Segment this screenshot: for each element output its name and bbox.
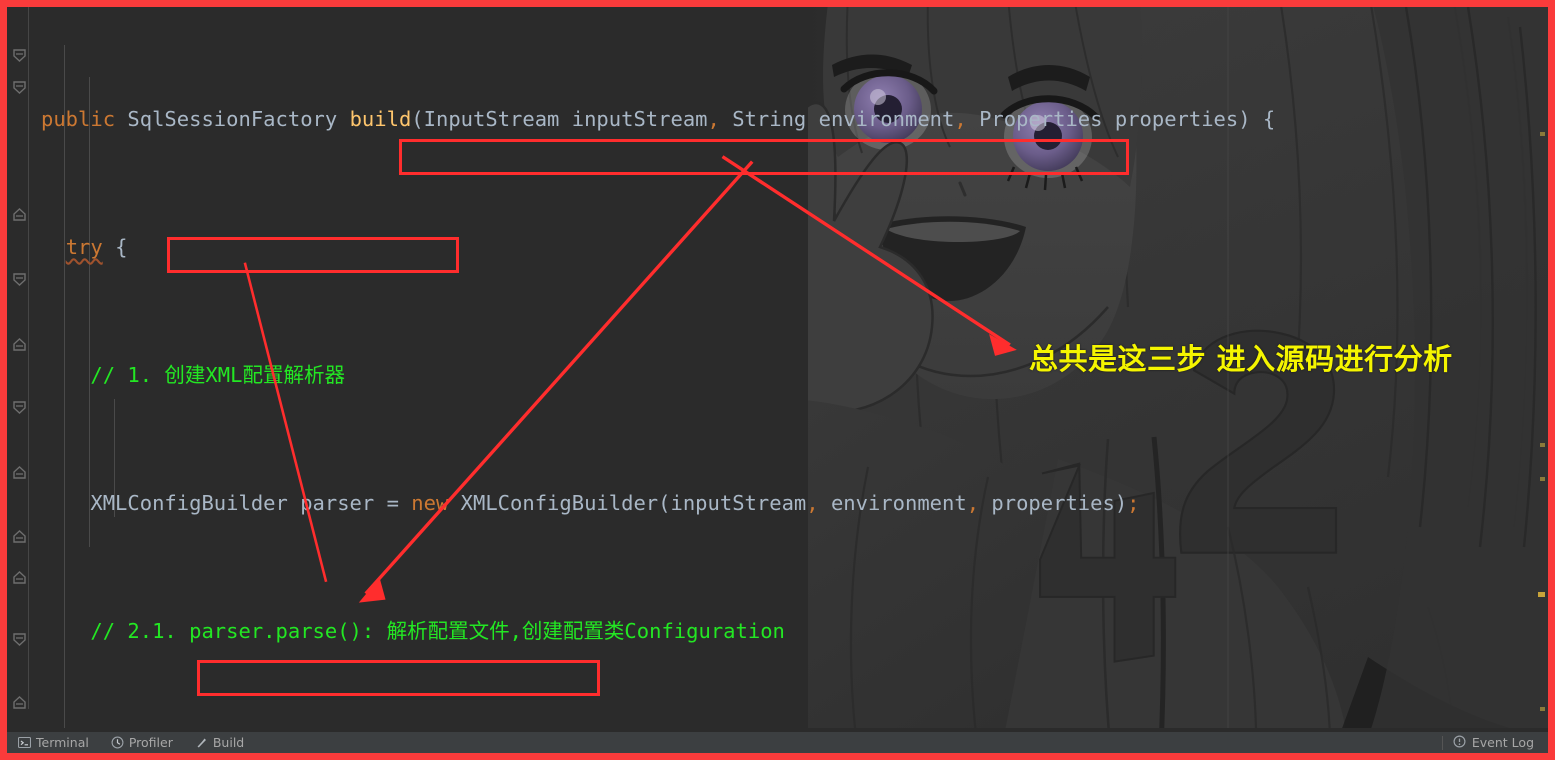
fold-marker-up-icon[interactable]: [12, 207, 27, 222]
event-log-label[interactable]: Event Log: [1472, 735, 1534, 750]
status-right-group[interactable]: Event Log: [1438, 734, 1548, 751]
build-icon: [195, 736, 208, 749]
fold-marker-down-icon[interactable]: [12, 80, 27, 95]
tool-button-profiler[interactable]: Profiler: [100, 732, 184, 753]
fold-marker-down-icon[interactable]: [12, 48, 27, 63]
profiler-icon: [111, 736, 124, 749]
code-line[interactable]: public SqlSessionFactory build(InputStre…: [35, 103, 1548, 135]
code-line[interactable]: try {: [35, 231, 1548, 263]
tool-label: Terminal: [36, 735, 89, 750]
editor-gutter[interactable]: [7, 7, 35, 709]
bottom-tool-window-bar[interactable]: Terminal Profiler Build Event Log: [7, 731, 1548, 753]
fold-marker-down-icon[interactable]: [12, 632, 27, 647]
fold-marker-up-icon[interactable]: [12, 529, 27, 544]
status-separator: [1441, 735, 1443, 750]
fold-marker-up-icon[interactable]: [12, 465, 27, 480]
code-line[interactable]: XMLConfigBuilder parser = new XMLConfigB…: [35, 487, 1548, 519]
terminal-icon: [18, 736, 31, 749]
ide-window: public SqlSessionFactory build(InputStre…: [0, 0, 1555, 760]
event-log-icon[interactable]: [1453, 734, 1466, 751]
fold-marker-up-icon[interactable]: [12, 337, 27, 352]
annotation-note-text: 总共是这三步 进入源码进行分析: [1029, 342, 1453, 376]
code-line-comment[interactable]: // 2.1. parser.parse(): 解析配置文件,创建配置类Conf…: [35, 615, 1548, 647]
tool-button-terminal[interactable]: Terminal: [7, 732, 100, 753]
tool-label: Profiler: [128, 735, 173, 750]
tool-button-build[interactable]: Build: [184, 732, 255, 753]
tool-label: Build: [212, 735, 245, 750]
fold-marker-down-icon[interactable]: [12, 400, 27, 415]
fold-marker-down-icon[interactable]: [12, 272, 27, 287]
gutter-divider: [28, 7, 29, 709]
fold-marker-up-icon[interactable]: [12, 570, 27, 585]
fold-marker-up-icon[interactable]: [12, 695, 27, 710]
